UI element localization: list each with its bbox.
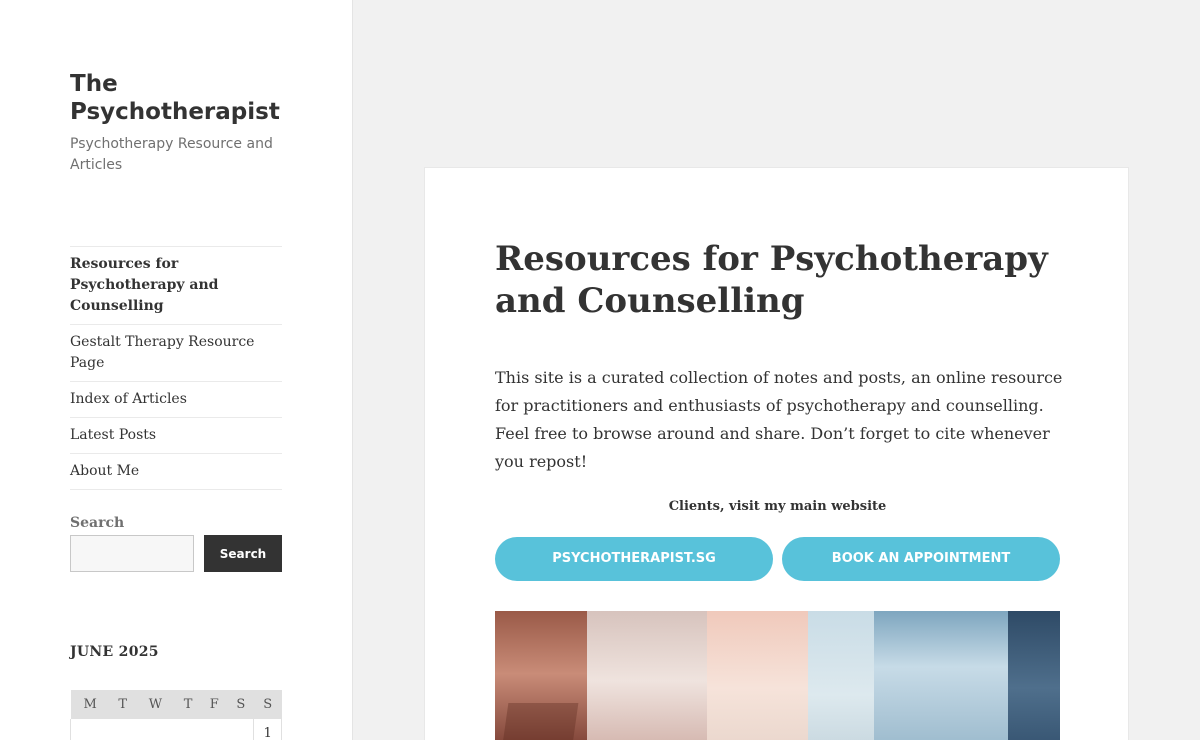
- banner-strip: [707, 611, 808, 740]
- search-input[interactable]: [70, 535, 194, 572]
- main-navigation: Resources for Psychotherapy and Counsell…: [70, 246, 282, 490]
- banner-strip: [1008, 611, 1060, 740]
- nav-item-about[interactable]: About Me: [70, 454, 282, 490]
- nav-item-resources[interactable]: Resources for Psychotherapy and Counsell…: [70, 247, 282, 325]
- calendar-empty-cell: [69, 719, 254, 740]
- calendar-weekday: W: [135, 690, 176, 719]
- search-button[interactable]: Search: [204, 535, 282, 572]
- clients-note: Clients, visit my main website: [668, 499, 887, 514]
- banner-strip: [874, 611, 1008, 740]
- entry-body: This site is a curated collection of not…: [495, 368, 1063, 471]
- calendar-weekday: T: [109, 690, 136, 719]
- nav-item-gestalt[interactable]: Gestalt Therapy Resource Page: [70, 325, 282, 382]
- banner-strip: [495, 611, 587, 740]
- entry-title: Resources for Psychotherapy and Counsell…: [495, 239, 1048, 321]
- nav-item-index[interactable]: Index of Articles: [70, 382, 282, 418]
- banner-shadow: [501, 703, 579, 740]
- book-appointment-button[interactable]: BOOK AN APPOINTMENT: [782, 537, 1060, 581]
- calendar-weekday-row: M T W T F S S: [70, 690, 282, 719]
- sidebar: The Psychotherapist Psychotherapy Resour…: [0, 0, 353, 740]
- calendar-weekday: S: [253, 690, 282, 719]
- entry-card: Resources for Psychotherapy and Counsell…: [424, 167, 1129, 740]
- banner-strip: [808, 611, 874, 740]
- banner-image: [495, 611, 1060, 740]
- calendar-title: JUNE 2025: [70, 644, 159, 660]
- calendar-day: 1: [253, 719, 282, 740]
- search-label: Search: [70, 515, 125, 531]
- psychotherapist-sg-button[interactable]: PSYCHOTHERAPIST.SG: [495, 537, 773, 581]
- banner-strip: [587, 611, 707, 740]
- calendar-table: M T W T F S S 1: [69, 690, 282, 740]
- calendar-weekday: S: [227, 690, 254, 719]
- calendar-week-row: 1: [69, 719, 282, 740]
- site-description: Psychotherapy Resource and Articles: [70, 136, 273, 173]
- nav-item-latest-posts[interactable]: Latest Posts: [70, 418, 282, 454]
- site-title[interactable]: The Psychotherapist: [70, 70, 300, 126]
- calendar-weekday: T: [175, 690, 201, 719]
- calendar-weekday: F: [200, 690, 228, 719]
- calendar-weekday: M: [70, 690, 110, 719]
